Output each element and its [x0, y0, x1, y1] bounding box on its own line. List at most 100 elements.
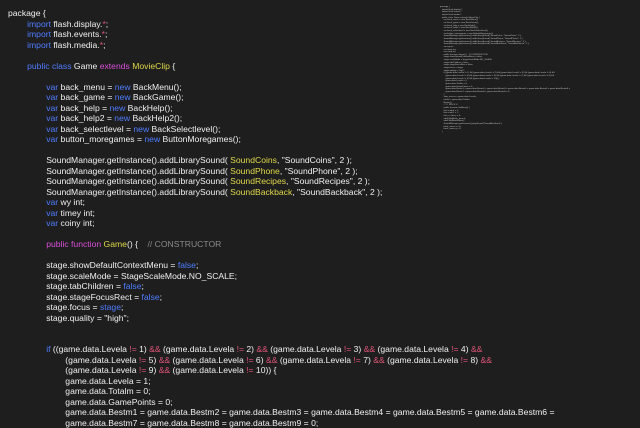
code-token: timey int; — [58, 208, 95, 218]
code-token: && — [149, 344, 160, 354]
code-token: Game — [72, 61, 100, 71]
code-token: , "SoundPhone", 2 ); — [280, 166, 358, 176]
code-token: button_moregames = — [58, 134, 144, 144]
code-line[interactable] — [8, 145, 428, 156]
code-token: new — [133, 124, 149, 134]
code-token: game.data.Levela = 1; — [8, 376, 151, 386]
code-line[interactable]: game.data.GamePoints = 0; — [8, 397, 428, 408]
code-line[interactable]: (game.data.Levela != 5) && (game.data.Le… — [8, 355, 428, 366]
code-token: var — [46, 197, 58, 207]
code-token — [8, 113, 46, 123]
code-token: (game.data.Levela — [170, 365, 246, 375]
code-line[interactable]: stage.quality = "high"; — [8, 313, 428, 324]
code-token: var — [46, 113, 58, 123]
code-token: Game — [104, 239, 127, 249]
code-token — [8, 92, 46, 102]
code-token: ; — [196, 260, 198, 270]
code-token: SoundCoins — [230, 155, 277, 165]
code-token: != — [246, 365, 253, 375]
code-line[interactable]: SoundManager.getInstance().addLibrarySou… — [8, 155, 428, 166]
code-line[interactable]: import flash.media.*; — [8, 40, 428, 51]
code-line[interactable] — [8, 229, 428, 240]
code-line[interactable]: SoundManager.getInstance().addLibrarySou… — [8, 176, 428, 187]
code-token — [8, 218, 46, 228]
code-line[interactable]: package { — [8, 8, 428, 19]
code-token: 9) — [146, 365, 158, 375]
code-line[interactable] — [8, 50, 428, 61]
code-minimap[interactable]: package { import flash.display.*; import… — [440, 6, 630, 246]
code-token: game.data.Bestm1 = game.data.Bestm2 = ga… — [8, 407, 554, 417]
code-editor[interactable]: package { import flash.display.*; import… — [8, 8, 428, 428]
code-line[interactable] — [8, 334, 428, 345]
code-line[interactable]: var back_selectlevel = new BackSelectlev… — [8, 124, 428, 135]
code-line[interactable]: public class Game extends MovieClip { — [8, 61, 428, 72]
code-token: != — [246, 355, 253, 365]
code-line[interactable]: var wy int; — [8, 197, 428, 208]
code-line[interactable]: game.data.Bestm1 = game.data.Bestm2 = ga… — [8, 407, 428, 418]
code-token: new — [115, 82, 131, 92]
code-token: stage.quality = "high"; — [8, 313, 129, 323]
code-line[interactable]: import flash.events.*; — [8, 29, 428, 40]
code-token: MovieClip — [132, 61, 170, 71]
code-token: 5) — [146, 355, 158, 365]
code-token: back_game = — [58, 92, 115, 102]
code-token: != — [451, 344, 458, 354]
code-token: ; — [142, 281, 144, 291]
code-token: flash.media. — [51, 40, 100, 50]
code-line[interactable] — [8, 323, 428, 334]
code-token: var — [46, 218, 58, 228]
code-token: ButtonMoregames(); — [160, 134, 241, 144]
code-token: new — [115, 92, 131, 102]
code-line[interactable]: stage.stageFocusRect = false; — [8, 292, 428, 303]
code-line[interactable]: var coiny int; — [8, 218, 428, 229]
code-line[interactable] — [8, 71, 428, 82]
code-token: , "SoundRecipes", 2 ); — [286, 176, 370, 186]
code-line[interactable]: var back_help = new BackHelp(); — [8, 103, 428, 114]
code-line[interactable]: var back_help2 = new BackHelp2(); — [8, 113, 428, 124]
code-token: , "SoundCoins", 2 ); — [277, 155, 352, 165]
code-token: (game.data.Levela — [8, 355, 139, 365]
code-token: { — [170, 61, 175, 71]
code-token: SoundManager.getInstance().addLibrarySou… — [8, 166, 230, 176]
code-token: () { — [127, 239, 148, 249]
code-token: public class — [27, 61, 71, 71]
code-line[interactable]: var back_menu = new BackMenu(); — [8, 82, 428, 93]
code-token: var — [46, 208, 58, 218]
code-line[interactable]: public function Game() { // CONSTRUCTOR — [8, 239, 428, 250]
code-token: != — [237, 344, 244, 354]
code-line[interactable]: stage.scaleMode = StageScaleMode.NO_SCAL… — [8, 271, 428, 282]
code-token: && — [266, 355, 277, 365]
code-line[interactable]: SoundManager.getInstance().addLibrarySou… — [8, 166, 428, 177]
code-token: ; — [106, 19, 108, 29]
code-line[interactable]: stage.showDefaultContextMenu = false; — [8, 260, 428, 271]
code-token: ; — [121, 302, 123, 312]
code-token: false — [123, 281, 141, 291]
code-token: != — [129, 344, 136, 354]
code-token: SoundManager.getInstance().addLibrarySou… — [8, 176, 230, 186]
code-token: 3) — [351, 344, 363, 354]
code-line[interactable]: stage.focus = stage; — [8, 302, 428, 313]
code-line[interactable]: import flash.display.*; — [8, 19, 428, 30]
code-token — [8, 40, 27, 50]
code-line[interactable]: game.data.Bestm7 = game.data.Bestm8 = ga… — [8, 418, 428, 428]
code-token: != — [353, 355, 360, 365]
code-line[interactable]: game.data.Levela = 1; — [8, 376, 428, 387]
code-line[interactable]: SoundManager.getInstance().addLibrarySou… — [8, 187, 428, 198]
code-line[interactable]: game.data.Totalm = 0; — [8, 386, 428, 397]
code-token: (game.data.Levela — [268, 344, 344, 354]
code-token: ; — [103, 40, 105, 50]
code-line[interactable]: (game.data.Levela != 9) && (game.data.Le… — [8, 365, 428, 376]
code-line[interactable]: if ((game.data.Levela != 1) && (game.dat… — [8, 344, 428, 355]
code-token: coiny int; — [58, 218, 94, 228]
code-token: SoundPhone — [230, 166, 280, 176]
code-line[interactable]: var button_moregames = new ButtonMoregam… — [8, 134, 428, 145]
code-token — [8, 208, 46, 218]
code-line[interactable]: var timey int; — [8, 208, 428, 219]
code-token: stage.stageFocusRect = — [8, 292, 142, 302]
code-token: 4) — [459, 344, 471, 354]
code-line[interactable]: var back_game = new BackGame(); — [8, 92, 428, 103]
code-token: , "SoundBackback", 2 ); — [292, 187, 382, 197]
code-line[interactable] — [8, 250, 428, 261]
code-token: 10)) { — [254, 365, 277, 375]
code-line[interactable]: stage.tabChildren = false; — [8, 281, 428, 292]
